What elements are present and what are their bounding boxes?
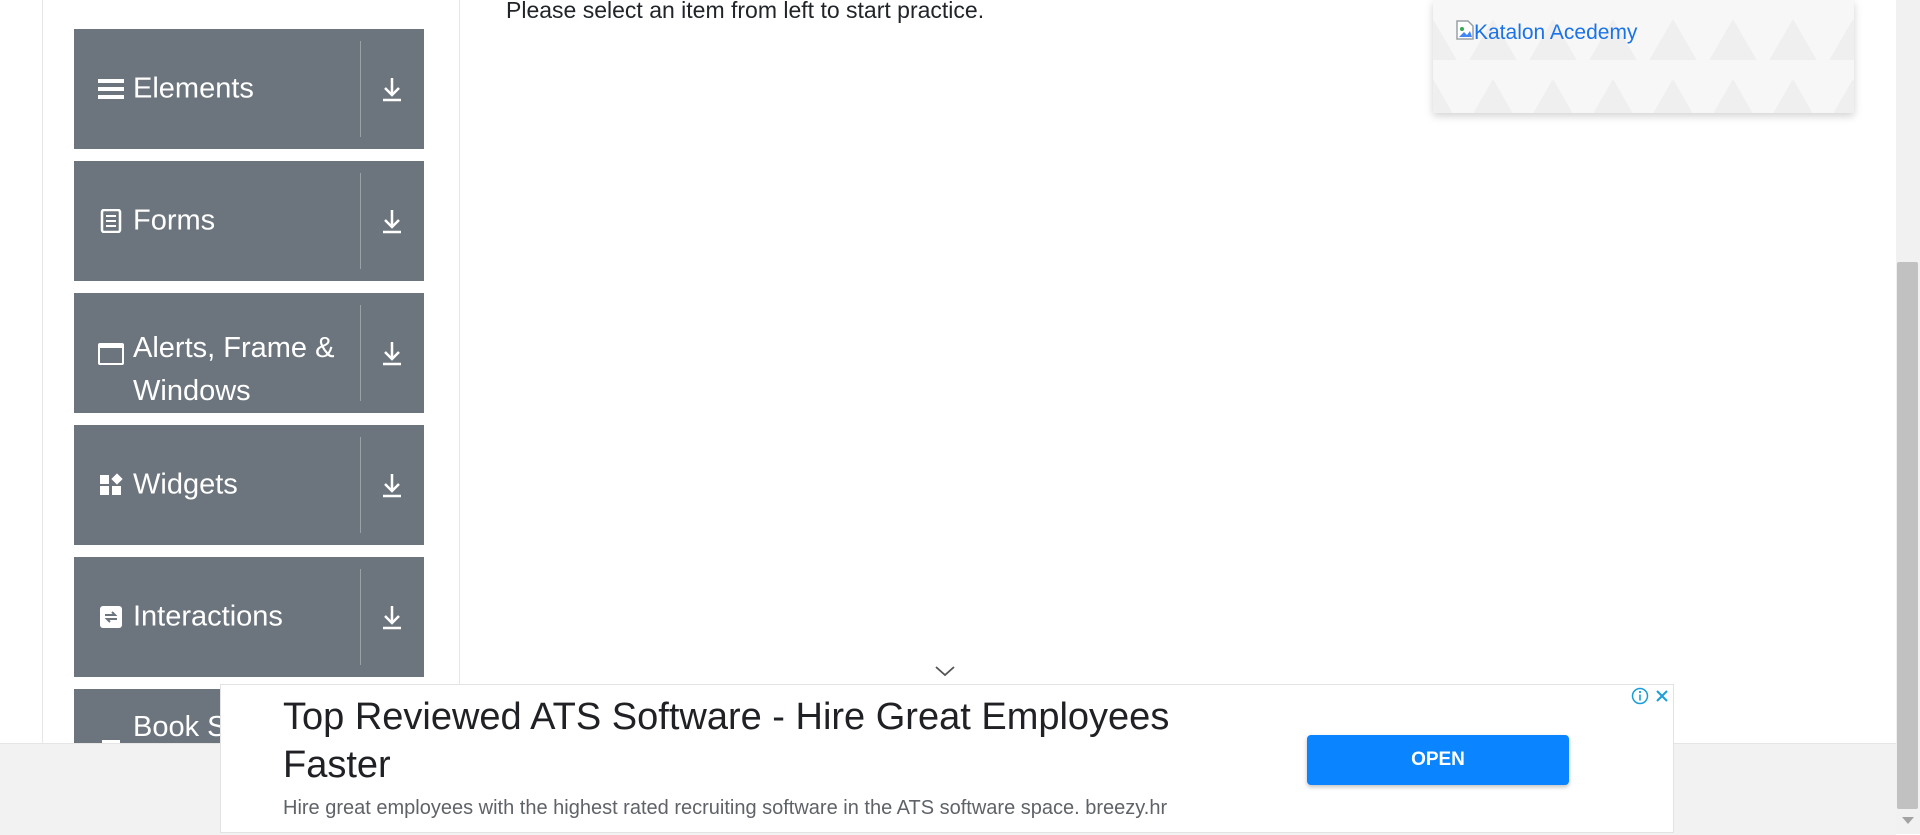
ad-controls	[1629, 685, 1673, 707]
sidebar-group-divider	[360, 569, 361, 665]
book-icon	[98, 736, 124, 743]
ad-headline[interactable]: Top Reviewed ATS Software - Hire Great E…	[283, 693, 1283, 789]
chevron-down-icon[interactable]	[934, 664, 956, 678]
sidebar-group-label: Alerts, Frame & Windows	[133, 332, 335, 407]
download-arrow-icon[interactable]	[374, 335, 410, 371]
browser-window-icon	[98, 341, 124, 367]
left-border	[42, 0, 43, 743]
sidebar-group-label: Interactions	[133, 600, 283, 633]
info-icon[interactable]	[1629, 685, 1651, 707]
ad-open-button[interactable]: OPEN	[1307, 735, 1569, 785]
sidebar-group-divider	[360, 41, 361, 137]
widgets-icon	[98, 472, 124, 498]
sidebar-group-label: Elements	[133, 72, 254, 105]
download-arrow-icon[interactable]	[374, 203, 410, 239]
sidebar-group-divider	[360, 173, 361, 269]
close-icon[interactable]	[1651, 685, 1673, 707]
practice-instruction: Please select an item from left to start…	[506, 0, 985, 23]
ad-description: Hire great employees with the highest ra…	[283, 797, 1168, 819]
sidebar: Elements Forms Alerts, Frame & Windows W…	[74, 0, 424, 743]
scrollbar-thumb[interactable]	[1897, 262, 1918, 809]
sidebar-group-label: Widgets	[133, 468, 238, 501]
document-icon	[98, 208, 124, 234]
sidebar-border	[459, 0, 460, 743]
sidebar-group-forms[interactable]: Forms	[74, 161, 424, 281]
scroll-down-arrow-icon[interactable]	[1902, 817, 1914, 824]
download-arrow-icon[interactable]	[374, 599, 410, 635]
sidebar-group-interactions[interactable]: Interactions	[74, 557, 424, 677]
sidebar-group-elements[interactable]: Elements	[74, 29, 424, 149]
katalon-academy-link-text: Katalon Acedemy	[1474, 21, 1638, 44]
katalon-academy-link[interactable]: Katalon Acedemy	[1456, 20, 1637, 46]
ad-banner: Top Reviewed ATS Software - Hire Great E…	[220, 684, 1674, 833]
sidebar-group-widgets[interactable]: Widgets	[74, 425, 424, 545]
download-arrow-icon[interactable]	[374, 71, 410, 107]
sidebar-group-label: Forms	[133, 204, 216, 237]
broken-image-icon	[1456, 20, 1474, 46]
download-arrow-icon[interactable]	[374, 467, 410, 503]
interactions-icon	[98, 604, 124, 630]
sidebar-group-divider	[360, 305, 361, 401]
promo-card: Katalon Acedemy	[1433, 0, 1854, 113]
sidebar-group-alerts-frame-windows[interactable]: Alerts, Frame & Windows	[74, 293, 424, 413]
hamburger-list-icon	[98, 76, 124, 102]
sidebar-group-divider	[360, 437, 361, 533]
